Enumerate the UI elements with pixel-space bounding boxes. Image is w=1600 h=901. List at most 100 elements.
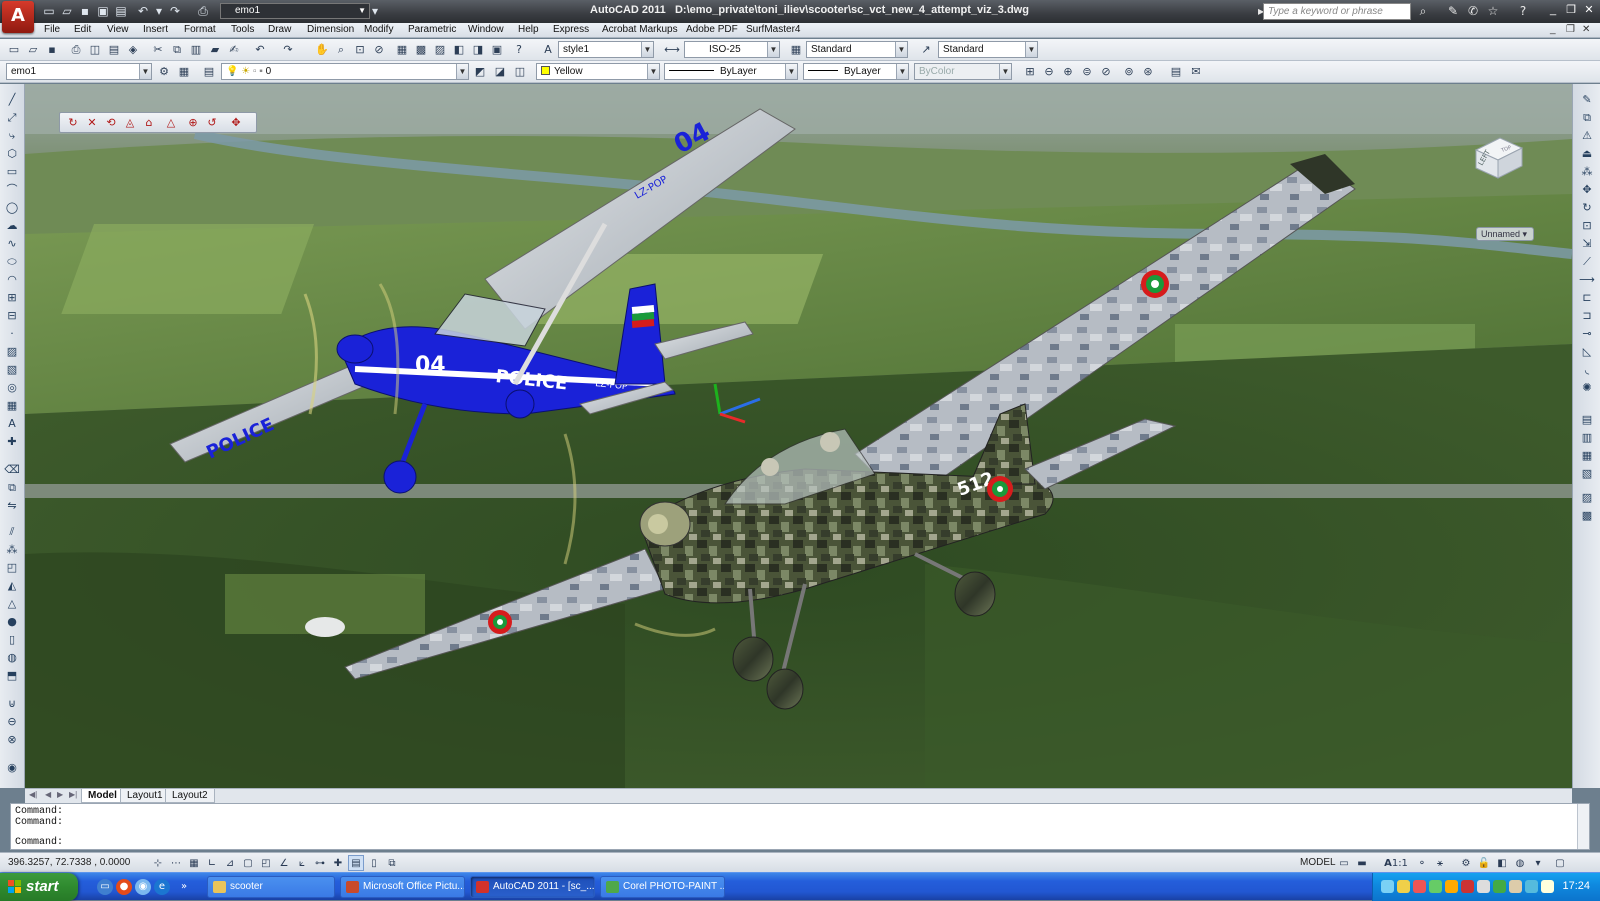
trim-icon[interactable]: ⟋ bbox=[1579, 254, 1595, 270]
intersect-icon[interactable]: ⊗ bbox=[4, 732, 20, 748]
tab-layout1[interactable]: Layout1 bbox=[120, 789, 170, 803]
circle-icon[interactable]: ◯ bbox=[4, 200, 20, 216]
gradient-icon[interactable]: ▧ bbox=[4, 362, 20, 378]
3d-continuous-orbit-icon[interactable]: ◬ bbox=[122, 115, 138, 131]
doc-restore-button[interactable]: ❐ bbox=[1566, 24, 1575, 35]
clean-screen-icon[interactable]: ▢ bbox=[1552, 855, 1568, 871]
ellipse-icon[interactable]: ⬭ bbox=[4, 254, 20, 270]
3d-free-orbit-icon[interactable]: ⟲ bbox=[103, 115, 119, 131]
status-tray-settings-icon[interactable]: ▾ bbox=[1530, 855, 1546, 871]
paste-icon[interactable]: ▥ bbox=[188, 42, 204, 58]
polyline-icon[interactable]: ⤷ bbox=[4, 128, 20, 144]
last-tab-arrow-icon[interactable]: ▶| bbox=[69, 790, 77, 799]
tab-model[interactable]: Model bbox=[81, 789, 124, 803]
ucs-settings-icon[interactable]: ⚙ bbox=[156, 64, 172, 80]
drawing-viewport[interactable]: 04 LZ-POP POLICE 04 POLICE LZ-POP 512 ↻ … bbox=[25, 84, 1572, 788]
print-icon[interactable]: ⎙ bbox=[196, 4, 210, 18]
publish-icon[interactable]: ▤ bbox=[106, 42, 122, 58]
mirror-right-icon[interactable]: ⚠ bbox=[1579, 128, 1595, 144]
taskbar-item-scooter[interactable]: scooter bbox=[207, 876, 335, 898]
undo-dropdown-icon[interactable]: ▾ bbox=[152, 4, 166, 18]
extend-icon[interactable]: ⟶ bbox=[1579, 272, 1595, 288]
tray-icon[interactable] bbox=[1461, 880, 1474, 893]
multileader-style-select[interactable]: Standard ▼ bbox=[938, 41, 1038, 58]
linetype-select[interactable]: ByLayer ▼ bbox=[664, 63, 798, 80]
subtract-icon[interactable]: ⊖ bbox=[4, 714, 20, 730]
menu-format[interactable]: Format bbox=[184, 24, 216, 35]
3d-pan-icon[interactable]: ✥ bbox=[228, 115, 244, 131]
visual-style-realistic-icon[interactable]: ⊜ bbox=[1079, 64, 1095, 80]
help-icon[interactable]: ? bbox=[1515, 3, 1531, 19]
match-properties-icon[interactable]: ▰ bbox=[207, 42, 223, 58]
redo-icon[interactable]: ↷ bbox=[168, 4, 182, 18]
clock[interactable]: 17:24 bbox=[1562, 880, 1590, 892]
save-icon[interactable]: ▪ bbox=[78, 4, 92, 18]
menu-help[interactable]: Help bbox=[518, 24, 539, 35]
3d-swivel-icon[interactable]: ✕ bbox=[84, 115, 100, 131]
cut-icon[interactable]: ✂ bbox=[150, 42, 166, 58]
quick-view-layouts-icon[interactable]: ▭ bbox=[1336, 855, 1352, 871]
extrude-icon[interactable]: ⬒ bbox=[4, 668, 20, 684]
spline-icon[interactable]: ∿ bbox=[4, 236, 20, 252]
taskbar-item-autocad[interactable]: AutoCAD 2011 - [sc_... bbox=[470, 876, 595, 898]
3d-zoom-icon[interactable]: ↺ bbox=[204, 115, 220, 131]
taskbar-item-office-picture[interactable]: Microsoft Office Pictu... bbox=[340, 876, 465, 898]
isolate-objects-icon[interactable]: ◍ bbox=[1512, 855, 1528, 871]
auto-scale-icon[interactable]: ⚹ bbox=[1432, 855, 1448, 871]
tray-icon[interactable] bbox=[1445, 880, 1458, 893]
close-button[interactable]: ✕ bbox=[1581, 2, 1597, 18]
ortho-mode-icon[interactable]: ∟ bbox=[204, 855, 220, 871]
ucs-menu[interactable]: Unnamed ▾ bbox=[1476, 227, 1534, 241]
design-center-icon[interactable]: ▩ bbox=[413, 42, 429, 58]
save-file-icon[interactable]: ▪ bbox=[44, 42, 60, 58]
make-block-icon[interactable]: ⊟ bbox=[4, 308, 20, 324]
3d-adjust-clip-icon[interactable]: ⊕ bbox=[185, 115, 201, 131]
render-icon[interactable]: ⊛ bbox=[1140, 64, 1156, 80]
menu-surfmaster4[interactable]: SurfMaster4 bbox=[746, 24, 800, 35]
make-layer-current-icon[interactable]: ◩ bbox=[472, 64, 488, 80]
visual-style-2d-icon[interactable]: ⊞ bbox=[1022, 64, 1038, 80]
polar-tracking-icon[interactable]: ⊿ bbox=[222, 855, 238, 871]
layer-freeze-icon[interactable]: ▧ bbox=[1579, 466, 1595, 482]
wedge-icon[interactable]: ◭ bbox=[4, 578, 20, 594]
layer-off-icon[interactable]: ▦ bbox=[1579, 448, 1595, 464]
menu-adobe-pdf[interactable]: Adobe PDF bbox=[686, 24, 738, 35]
plot-file-icon[interactable]: ⎙ bbox=[68, 42, 84, 58]
move-icon[interactable]: ✥ bbox=[1579, 182, 1595, 198]
layer-uniso-icon[interactable]: ▥ bbox=[1579, 430, 1595, 446]
pdf-create-icon[interactable]: ▤ bbox=[1168, 64, 1184, 80]
tray-icon[interactable] bbox=[1525, 880, 1538, 893]
torus-icon[interactable]: ◍ bbox=[4, 650, 20, 666]
internet-explorer-icon[interactable]: e bbox=[154, 879, 170, 895]
open-icon[interactable]: ▱ bbox=[60, 4, 74, 18]
quick-launch-icon[interactable]: ◉ bbox=[135, 879, 151, 895]
markup-icon[interactable]: ◨ bbox=[470, 42, 486, 58]
first-tab-arrow-icon[interactable]: ◀| bbox=[29, 790, 37, 799]
tray-icon[interactable] bbox=[1493, 880, 1506, 893]
dynamic-input-icon[interactable]: ⊶ bbox=[312, 855, 328, 871]
dynamic-ucs-icon[interactable]: ⟀ bbox=[294, 855, 310, 871]
3d-dwf-icon[interactable]: ◈ bbox=[125, 42, 141, 58]
zoom-window-icon[interactable]: ⊡ bbox=[352, 42, 368, 58]
customize-quick-access-icon[interactable]: ▾ bbox=[368, 4, 382, 18]
menu-window[interactable]: Window bbox=[468, 24, 504, 35]
menu-express[interactable]: Express bbox=[553, 24, 589, 35]
erase-icon[interactable]: ⌫ bbox=[4, 462, 20, 478]
application-menu-button[interactable]: A bbox=[2, 1, 34, 33]
visual-style-hidden-icon[interactable]: ⊕ bbox=[1060, 64, 1076, 80]
command-prompt[interactable]: Command: bbox=[15, 837, 63, 848]
layer-previous-icon[interactable]: ◪ bbox=[492, 64, 508, 80]
annotation-scale[interactable]: A1:1 bbox=[1380, 855, 1412, 871]
explode-icon[interactable]: ✺ bbox=[1579, 380, 1595, 396]
new-icon[interactable]: ▭ bbox=[42, 4, 56, 18]
menu-insert[interactable]: Insert bbox=[143, 24, 168, 35]
search-input[interactable]: Type a keyword or phrase bbox=[1263, 3, 1411, 20]
tray-icon[interactable] bbox=[1381, 880, 1394, 893]
show-desktop-icon[interactable]: ▭ bbox=[97, 879, 113, 895]
undo-tb-icon[interactable]: ↶ bbox=[252, 42, 268, 58]
rotate-icon[interactable]: ↻ bbox=[1579, 200, 1595, 216]
zoom-previous-icon[interactable]: ⊘ bbox=[371, 42, 387, 58]
block-editor-icon[interactable]: ✍ bbox=[226, 42, 242, 58]
menu-draw[interactable]: Draw bbox=[268, 24, 291, 35]
tray-icon[interactable] bbox=[1413, 880, 1426, 893]
